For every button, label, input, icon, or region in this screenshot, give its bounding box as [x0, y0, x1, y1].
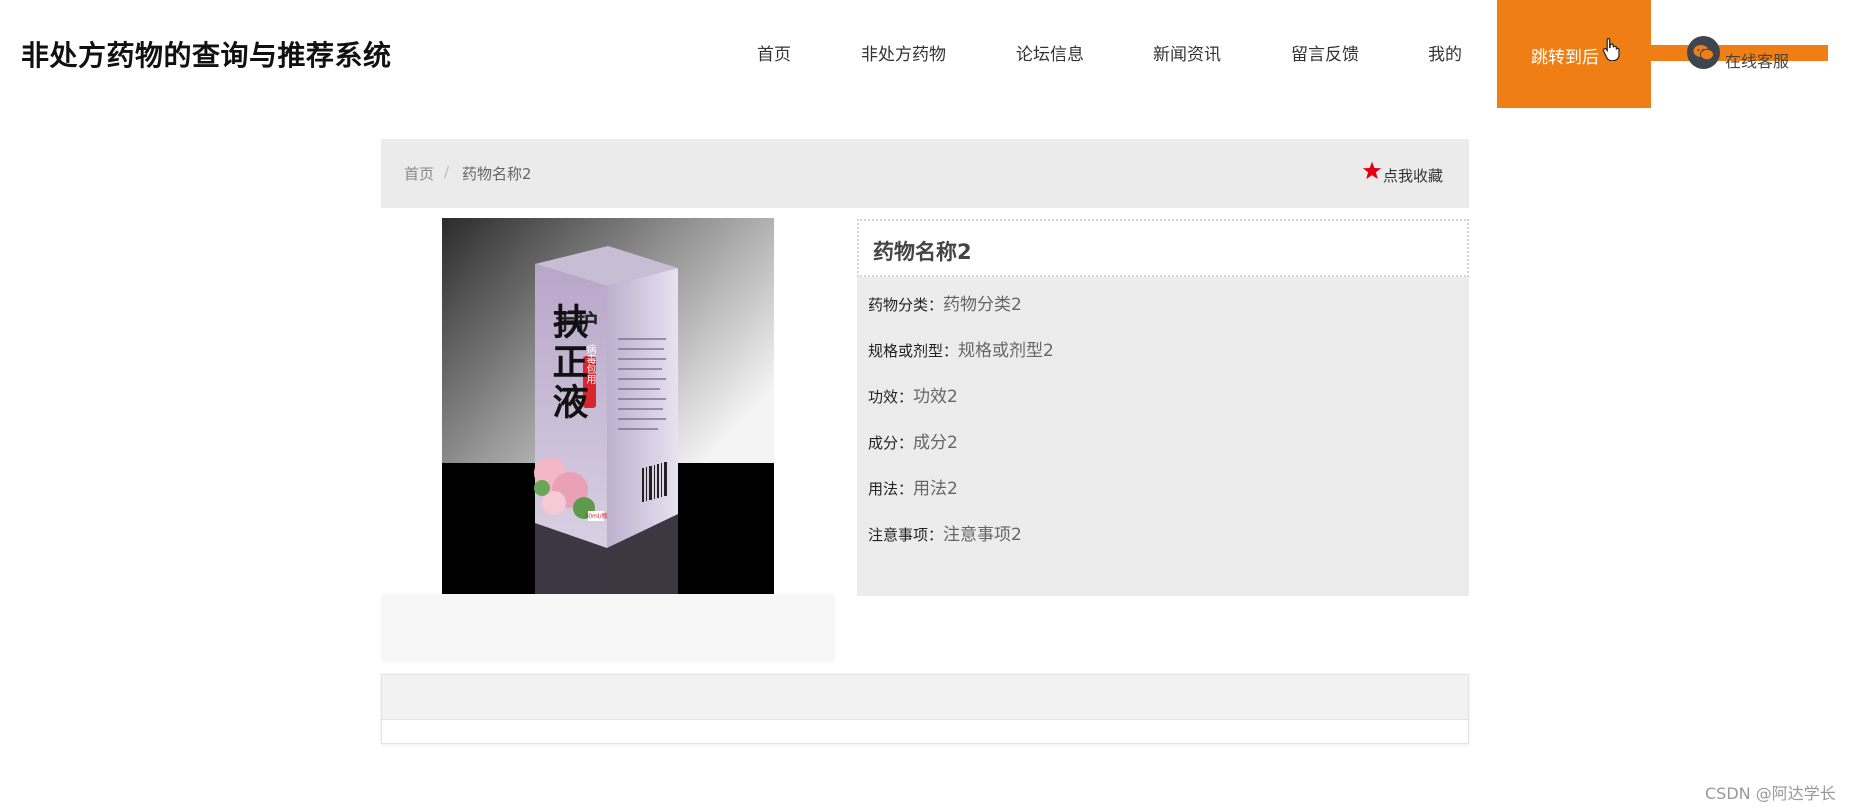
- field-spec: 规格或剂型：规格或剂型2: [868, 336, 1054, 361]
- wechat-icon[interactable]: [1687, 36, 1720, 69]
- nav-item-forum[interactable]: 论坛信息: [1016, 40, 1084, 65]
- online-service-label[interactable]: 在线客服: [1725, 48, 1789, 72]
- nav-item-home[interactable]: 首页: [757, 40, 791, 65]
- breadcrumb-separator: /: [444, 163, 450, 181]
- field-usage: 用法：用法2: [868, 474, 958, 499]
- field-value: 用法2: [913, 479, 958, 499]
- nav-item-feedback[interactable]: 留言反馈: [1291, 40, 1359, 65]
- detail-content-card: [381, 674, 1469, 744]
- image-caption-area: [381, 594, 835, 662]
- backend-link-label: 跳转到后: [1531, 48, 1599, 68]
- field-label: 规格或剂型：: [868, 342, 959, 360]
- svg-text:扶正液: 扶正液: [547, 303, 589, 423]
- header: 非处方药物的查询与推荐系统 首页 非处方药物 论坛信息 新闻资讯 留言反馈 我的…: [0, 0, 1857, 108]
- field-label: 功效：: [868, 388, 914, 406]
- site-title: 非处方药物的查询与推荐系统: [21, 39, 392, 72]
- field-category: 药物分类：药物分类2: [868, 290, 1022, 315]
- field-value: 成分2: [913, 433, 958, 453]
- field-efficacy: 功效：功效2: [868, 382, 958, 407]
- nav-item-otc-drugs[interactable]: 非处方药物: [861, 40, 946, 65]
- field-label: 成分：: [868, 434, 914, 452]
- nav-item-mine[interactable]: 我的: [1428, 40, 1462, 65]
- product-title: 药物名称2: [873, 240, 972, 264]
- csdn-watermark: CSDN @阿达学长: [1705, 784, 1836, 803]
- field-label: 药物分类：: [868, 296, 944, 314]
- product-detail-panel: 药物名称2 药物分类：药物分类2 规格或剂型：规格或剂型2 功效：功效2 成分：…: [857, 219, 1469, 596]
- field-value: 药物分类2: [943, 295, 1022, 315]
- svg-text:30ml/瓶: 30ml/瓶: [584, 512, 607, 520]
- favorite-label: 点我收藏: [1383, 167, 1444, 185]
- field-value: 规格或剂型2: [958, 341, 1054, 361]
- field-label: 用法：: [868, 480, 914, 498]
- field-precautions: 注意事项：注意事项2: [868, 520, 1022, 545]
- detail-content-card-header: [382, 675, 1468, 720]
- product-title-box: 药物名称2: [857, 219, 1469, 277]
- breadcrumb-home-link[interactable]: 首页: [404, 163, 434, 184]
- hand-cursor-icon: [1602, 37, 1620, 61]
- field-label: 注意事项：: [868, 526, 944, 544]
- nav-item-news[interactable]: 新闻资讯: [1153, 40, 1221, 65]
- backend-link-button[interactable]: 跳转到后: [1497, 0, 1651, 108]
- breadcrumb-current: 药物名称2: [462, 165, 532, 183]
- field-value: 功效2: [913, 387, 958, 407]
- breadcrumb: 首页 / 药物名称2 点我收藏: [381, 139, 1469, 208]
- star-icon: [1362, 161, 1382, 179]
- product-image: 手护 病毒包用 扶正液 30ml/瓶: [442, 218, 774, 594]
- field-value: 注意事项2: [943, 525, 1022, 545]
- product-image-panel: 手护 病毒包用 扶正液 30ml/瓶: [381, 218, 835, 662]
- field-ingredients: 成分：成分2: [868, 428, 958, 453]
